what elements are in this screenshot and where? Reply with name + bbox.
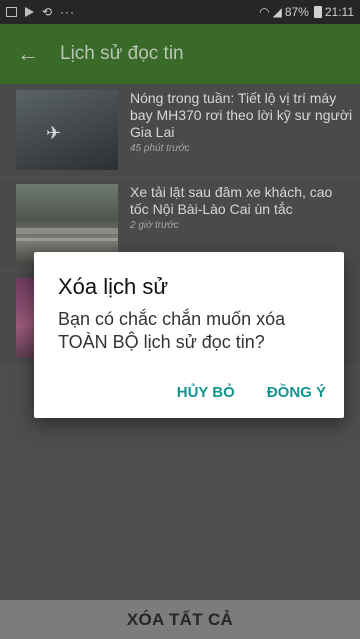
arrow-left-icon: ←: [17, 41, 39, 66]
signal-icon: ◢: [272, 5, 282, 19]
news-item[interactable]: ✈ Nóng trong tuần: Tiết lộ vị trí máy ba…: [0, 84, 360, 176]
status-left-icons: ⟲ ···: [6, 5, 75, 19]
clear-all-button[interactable]: XÓA TẤT CẢ: [0, 600, 360, 639]
clock: 21:11: [324, 5, 354, 19]
image-icon: [6, 7, 17, 17]
page-title: Lịch sử đọc tin: [60, 43, 184, 64]
battery-icon: [313, 6, 322, 18]
airplane-icon: ✈: [46, 123, 62, 143]
cancel-button[interactable]: HỦY BỎ: [171, 380, 241, 405]
wifi-icon: ◠: [259, 5, 270, 19]
dialog-title: Xóa lịch sử: [58, 274, 169, 299]
confirm-button[interactable]: ĐỒNG Ý: [261, 380, 332, 405]
news-text: Nóng trong tuần: Tiết lộ vị trí máy bay …: [118, 90, 360, 170]
airplane-photo: ✈: [16, 90, 118, 170]
news-title: Xe tải lật sau đâm xe khách, cao tốc Nội…: [130, 184, 333, 217]
more-dots-icon: ···: [60, 5, 76, 19]
status-right-icons: ◠ ◢ 87% 21:11: [259, 5, 354, 19]
dialog-message: Bạn có chắc chắn muốn xóa TOÀN BỘ lịch s…: [58, 309, 286, 352]
rail-shape: [16, 228, 118, 234]
news-time: 2 giờ trước: [130, 220, 179, 231]
clear-all-label: XÓA TẤT CẢ: [126, 609, 234, 629]
sync-icon: ⟲: [42, 5, 53, 19]
toolbar: ← Lịch sử đọc tin: [0, 24, 360, 84]
status-bar: ⟲ ··· ◠ ◢ 87% 21:11: [0, 0, 360, 24]
news-title: Nóng trong tuần: Tiết lộ vị trí máy bay …: [130, 90, 353, 140]
news-time: 45 phút trước: [130, 143, 190, 154]
rail-shape: [16, 238, 118, 241]
back-button[interactable]: ←: [0, 24, 56, 84]
play-icon: [25, 7, 34, 17]
delete-history-dialog: Xóa lịch sử Bạn có chắc chắn muốn xóa TO…: [34, 252, 344, 418]
dialog-actions: HỦY BỎ ĐỒNG Ý: [171, 380, 332, 405]
battery-percent: 87%: [284, 5, 309, 19]
